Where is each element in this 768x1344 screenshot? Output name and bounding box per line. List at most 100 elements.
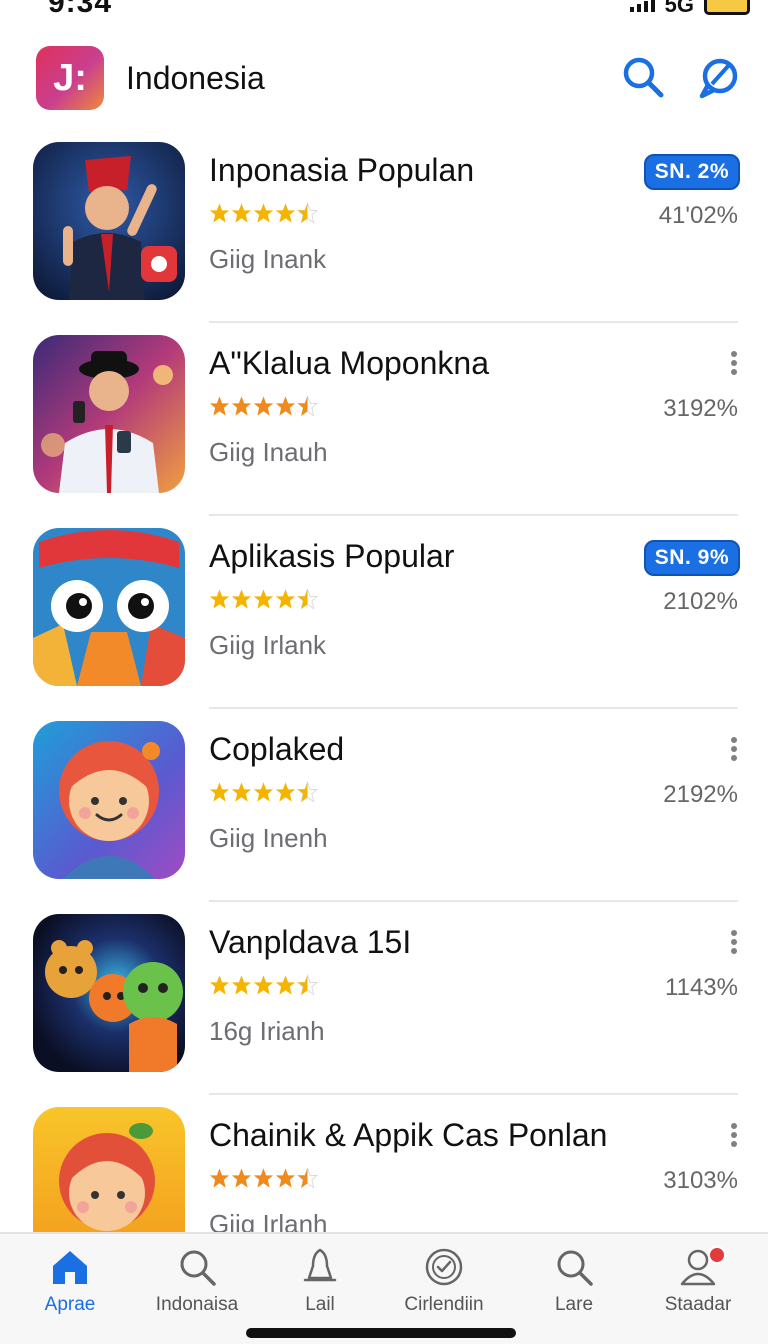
list-item[interactable]: A"Klalua Moponkna Giig Inauh 3192%	[0, 323, 768, 516]
percent-value: 3192%	[663, 395, 738, 422]
battery-icon	[704, 0, 750, 15]
star-icon	[275, 1168, 296, 1188]
star-icon	[231, 589, 252, 609]
more-options-icon[interactable]	[730, 351, 738, 375]
more-options-icon[interactable]	[730, 1123, 738, 1147]
app-subtitle: Giig Inank	[209, 244, 327, 274]
star-icon	[231, 782, 252, 802]
star-icon	[209, 1168, 230, 1188]
more-options-icon[interactable]	[730, 737, 738, 761]
discount-badge: SN. 9%	[643, 540, 740, 576]
half-star-icon	[297, 395, 318, 417]
star-icon	[209, 203, 230, 223]
more-options-icon[interactable]	[730, 930, 738, 954]
list-item[interactable]: Inponasia Populan Giig Inank SN. 2% 41'0…	[0, 130, 768, 323]
tab-lail[interactable]: Lail	[256, 1246, 384, 1316]
home-icon	[53, 1251, 87, 1284]
status-time: 9:34	[48, 0, 113, 19]
home-indicator	[246, 1328, 516, 1338]
tab-label: Lail	[305, 1294, 335, 1315]
search-icon	[557, 1250, 593, 1286]
app-thumbnail	[33, 1107, 185, 1232]
percent-value: 2102%	[663, 588, 738, 615]
app-thumbnail	[33, 528, 185, 686]
tab-label: Staadar	[664, 1294, 732, 1315]
percent-value: 41'02%	[658, 202, 738, 229]
search-icon[interactable]	[620, 54, 666, 100]
star-icon	[209, 589, 230, 609]
discount-badge: SN. 2%	[643, 154, 740, 190]
half-star-icon	[297, 202, 318, 224]
app-header: J: Indonesia	[0, 44, 768, 114]
app-logo[interactable]: J:	[36, 46, 104, 110]
tab-label: Indonaisa	[155, 1294, 239, 1315]
app-title[interactable]: Aplikasis Popular	[209, 538, 454, 575]
star-icon	[253, 203, 274, 223]
app-title[interactable]: Chainik & Appik Cas Ponlan	[209, 1117, 607, 1154]
star-icon	[253, 396, 274, 416]
app-subtitle: Giig Irlanh	[209, 1209, 328, 1232]
rating-stars	[209, 974, 318, 1000]
star-icon	[231, 396, 252, 416]
star-icon	[253, 1168, 274, 1188]
list-item[interactable]: Coplaked Giig Inenh 2192%	[0, 709, 768, 902]
star-icon	[231, 975, 252, 995]
app-title[interactable]: Inponasia Populan	[209, 152, 474, 189]
app-title[interactable]: A"Klalua Moponkna	[209, 345, 489, 382]
network-label: 5G	[664, 0, 694, 17]
app-thumbnail	[33, 721, 185, 879]
tab-label: Aprae	[44, 1294, 96, 1315]
tab-lare[interactable]: Lare	[510, 1246, 638, 1316]
star-icon	[253, 782, 274, 802]
app-subtitle: Giig Irlank	[209, 630, 327, 660]
star-icon	[275, 396, 296, 416]
chat-icon[interactable]	[696, 54, 742, 100]
list-item[interactable]: Aplikasis Popular Giig Irlank SN. 9% 210…	[0, 516, 768, 709]
app-thumbnail	[33, 335, 185, 493]
star-icon	[275, 782, 296, 802]
notification-dot	[708, 1246, 726, 1264]
signal-icon	[629, 0, 655, 12]
half-star-icon	[297, 974, 318, 996]
half-star-icon	[297, 781, 318, 803]
list-item[interactable]: Vanpldava 15I 16g Irianh 1143%	[0, 902, 768, 1095]
app-title[interactable]: Vanpldava 15I	[209, 924, 411, 961]
app-subtitle: Giig Inauh	[209, 437, 328, 467]
percent-value: 3103%	[663, 1167, 738, 1194]
star-icon	[275, 589, 296, 609]
rating-stars	[209, 202, 318, 228]
rating-stars	[209, 395, 318, 421]
half-star-icon	[297, 1167, 318, 1189]
app-thumbnail	[33, 914, 185, 1072]
app-list: Inponasia Populan Giig Inank SN. 2% 41'0…	[0, 130, 768, 1232]
status-indicators: 5G	[629, 0, 750, 18]
star-icon	[253, 975, 274, 995]
tab-indonaisa[interactable]: Indonaisa	[133, 1246, 261, 1316]
star-icon	[209, 782, 230, 802]
app-title[interactable]: Coplaked	[209, 731, 344, 768]
percent-value: 1143%	[665, 974, 738, 1001]
bell-icon	[303, 1248, 337, 1282]
star-icon	[253, 589, 274, 609]
star-icon	[209, 396, 230, 416]
status-bar: 9:34 5G	[0, 0, 768, 22]
app-subtitle: Giig Inenh	[209, 823, 328, 853]
tab-staadar[interactable]: Staadar	[634, 1246, 762, 1316]
tab-label: Lare	[554, 1294, 594, 1315]
star-icon	[209, 975, 230, 995]
rating-stars	[209, 781, 318, 807]
check-badge-icon	[425, 1248, 463, 1286]
star-icon	[231, 203, 252, 223]
star-icon	[275, 975, 296, 995]
star-icon	[231, 1168, 252, 1188]
half-star-icon	[297, 588, 318, 610]
tab-cirlendiin[interactable]: Cirlendiin	[380, 1246, 508, 1316]
app-subtitle: 16g Irianh	[209, 1016, 325, 1046]
star-icon	[275, 203, 296, 223]
tab-label: Cirlendiin	[404, 1294, 484, 1315]
tab-home[interactable]: Aprae	[6, 1246, 134, 1316]
page-title: Indonesia	[126, 60, 265, 96]
app-thumbnail	[33, 142, 185, 300]
search-icon	[180, 1250, 216, 1286]
list-item[interactable]: Chainik & Appik Cas Ponlan Giig Irlanh 3…	[0, 1095, 768, 1232]
